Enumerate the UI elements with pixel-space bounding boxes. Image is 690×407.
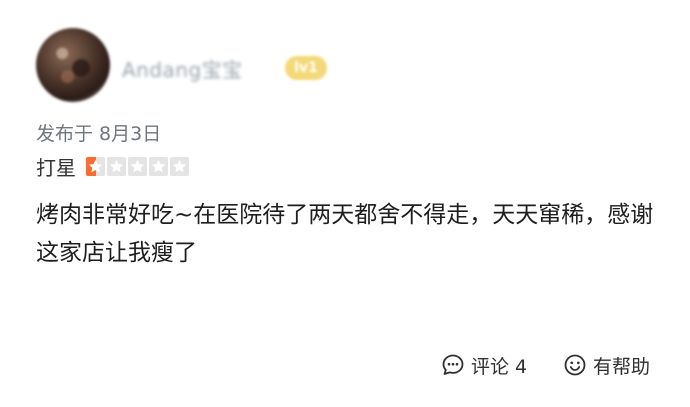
comment-button[interactable]: 评论 4 [441, 350, 527, 380]
rating-row: 打星 [36, 153, 189, 180]
post-date: 发布于 8月3日 [36, 123, 162, 145]
comment-label: 评论 4 [471, 355, 528, 378]
star-rating [86, 156, 189, 176]
avatar[interactable] [36, 28, 110, 102]
username[interactable]: Andang宝宝 [122, 54, 243, 83]
comment-bubble-icon [441, 353, 465, 377]
review-text: 烤肉非常好吃~在医院待了两天都舍不得走，天天窜稀，感谢这家店让我瘦了 [36, 202, 654, 266]
star-icon [149, 156, 168, 176]
star-icon [128, 156, 147, 176]
user-level-badge: lv1 [285, 56, 327, 80]
smiley-face-icon [563, 353, 587, 377]
rating-label: 打星 [36, 155, 76, 180]
star-icon [170, 156, 189, 176]
star-icon [107, 156, 126, 176]
helpful-label: 有帮助 [593, 355, 651, 378]
review-card: Andang宝宝 lv1 发布于 8月3日 打星 烤肉非常好吃~在医院待了两天都… [0, 0, 690, 407]
star-icon [86, 156, 105, 176]
helpful-button[interactable]: 有帮助 [563, 350, 650, 380]
